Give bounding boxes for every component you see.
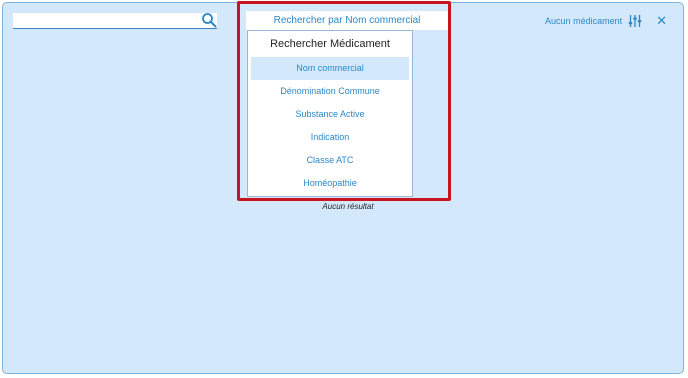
search-icon[interactable]: [201, 12, 217, 28]
close-icon[interactable]: ✕: [656, 14, 667, 28]
empty-results-label: Aucun résultat: [322, 202, 374, 211]
sliders-icon[interactable]: [628, 14, 642, 28]
highlight-frame: [237, 1, 451, 201]
search-field[interactable]: [13, 12, 217, 31]
header-right-controls: Aucun médicament ✕: [545, 13, 667, 29]
no-medication-label: Aucun médicament: [545, 16, 623, 26]
search-input[interactable]: [13, 16, 201, 31]
